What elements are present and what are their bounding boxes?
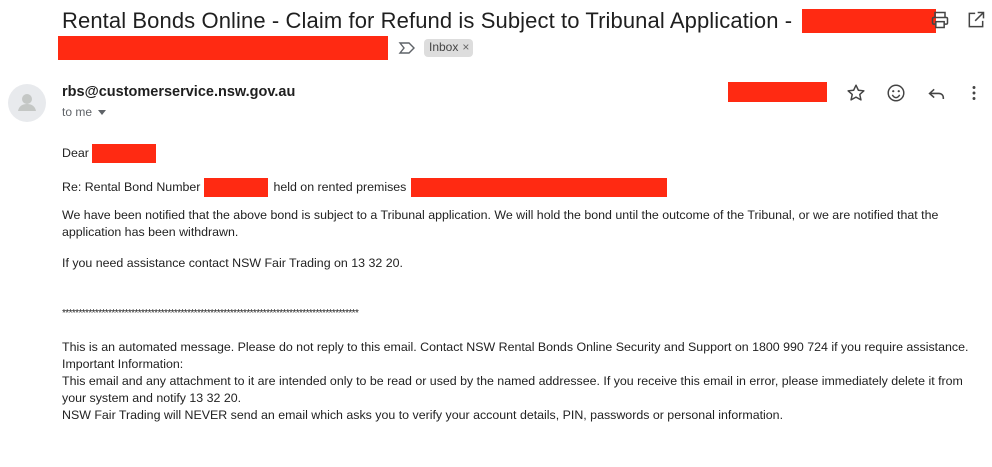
separator-line: ****************************************… [62,308,359,319]
open-in-new-window-icon[interactable] [966,10,986,30]
redacted-bond-number [204,177,269,197]
premises-prefix: held on rented premises [273,179,407,194]
importance-marker-icon[interactable] [398,41,416,55]
important-text: This email and any attachment to it are … [62,374,963,405]
important-heading: Important Information: [62,357,184,371]
subject-row: Rental Bonds Online - Claim for Refund i… [62,4,937,38]
tribunal-paragraph: We have been notified that the above bon… [62,208,939,239]
bond-number-prefix: Re: Rental Bond Number [62,179,201,194]
print-icon[interactable] [930,10,950,30]
subject-line-2: Inbox × [58,36,474,60]
greeting: Dear [62,145,89,160]
emoji-reaction-icon[interactable] [885,82,907,104]
email-body: Dear Re: Rental Bond Number held on rent… [62,143,987,424]
star-icon[interactable] [845,82,867,104]
redacted-premises-address [411,177,668,197]
redacted-subject-part [802,9,937,33]
redacted-subject-continuation [58,36,388,60]
sender-address: rbs@customerservice.nsw.gov.au [62,84,296,100]
recipient-line[interactable]: to me [62,105,107,119]
automated-message: This is an automated message. Please do … [62,340,969,354]
inbox-label-chip[interactable]: Inbox × [424,39,474,57]
recipient-text: to me [62,105,93,119]
sender-avatar [8,84,46,122]
remove-label-button[interactable]: × [462,40,469,55]
more-vertical-icon[interactable] [963,82,985,104]
redacted-date [728,82,827,102]
reply-icon[interactable] [925,82,947,104]
redacted-recipient-name [91,143,156,163]
email-subject: Rental Bonds Online - Claim for Refund i… [62,8,793,33]
never-notice: NSW Fair Trading will NEVER send an emai… [62,408,784,422]
assistance-paragraph: If you need assistance contact NSW Fair … [62,256,403,270]
greeting-line: Dear [62,143,987,163]
default-avatar-icon [18,94,36,111]
bond-reference-line: Re: Rental Bond Number held on rented pr… [62,177,987,197]
chevron-down-icon[interactable] [98,109,107,115]
inbox-label-text: Inbox [429,40,459,54]
